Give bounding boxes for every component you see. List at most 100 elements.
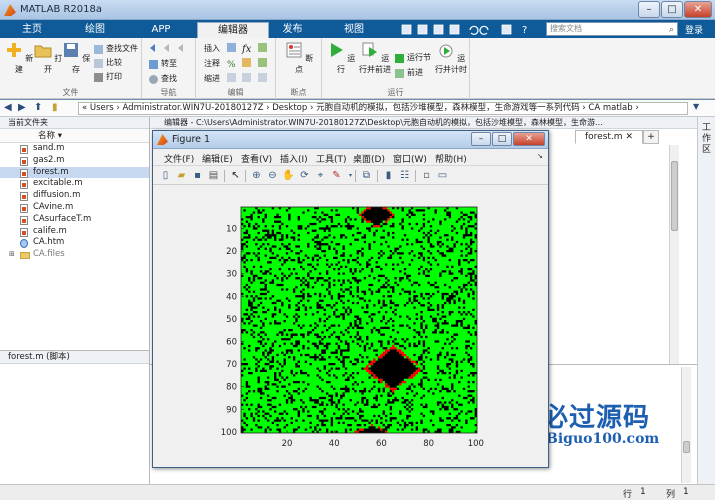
goto-icon bbox=[149, 60, 158, 69]
browse-folder-icon[interactable]: ▮ bbox=[52, 102, 58, 113]
zoom-out-icon[interactable]: ⊖ bbox=[266, 169, 279, 182]
find-files-icon bbox=[94, 45, 103, 54]
menu-edit[interactable]: 编辑(E) bbox=[202, 152, 233, 165]
toolbar-separator bbox=[245, 170, 246, 182]
compare-button[interactable]: 比较 bbox=[93, 57, 122, 69]
open-button[interactable]: 打开 bbox=[33, 41, 63, 75]
forward-arrow-icon[interactable]: ▶ bbox=[18, 102, 26, 113]
menu-desktop[interactable]: 桌面(D) bbox=[353, 152, 385, 165]
back-arrow-icon[interactable]: ◀ bbox=[4, 102, 12, 113]
run-button[interactable]: 运行 bbox=[326, 41, 356, 75]
tab-editor[interactable]: 编辑器 bbox=[197, 22, 269, 38]
new-figure-icon[interactable]: ▯ bbox=[159, 169, 172, 182]
ribbon-tab-strip: 主页 绘图 APP 编辑器 发布 视图 ? 搜索文档 ⌕ 登录 bbox=[0, 20, 715, 38]
back-forward-icon[interactable] bbox=[148, 43, 188, 53]
new-button[interactable]: 新建 bbox=[4, 41, 34, 75]
minimize-button[interactable]: – bbox=[638, 1, 660, 18]
run-section-icon bbox=[395, 54, 404, 63]
editor-scroll-thumb[interactable] bbox=[671, 161, 678, 231]
command-scrollbar[interactable] bbox=[681, 367, 691, 483]
command-scroll-thumb[interactable] bbox=[683, 441, 690, 453]
print-icon[interactable]: ▤ bbox=[207, 169, 220, 182]
goto-button[interactable]: 转至 bbox=[148, 58, 177, 70]
tab-view[interactable]: 视图 bbox=[325, 22, 383, 38]
name-column-header[interactable]: 名称 ▾ bbox=[0, 129, 149, 143]
tab-plots[interactable]: 绘图 bbox=[66, 22, 124, 38]
file-row-casurfacet[interactable]: CAsurfaceT.m bbox=[0, 214, 149, 226]
menu-overflow-icon[interactable]: ↘ bbox=[537, 152, 543, 160]
data-cursor-icon[interactable]: ⌖ bbox=[314, 169, 327, 182]
tab-home[interactable]: 主页 bbox=[6, 22, 58, 38]
legend-icon[interactable]: ☷ bbox=[398, 169, 411, 182]
close-button[interactable]: ✕ bbox=[684, 1, 712, 18]
advance-button[interactable]: 前进 bbox=[394, 67, 423, 79]
workspace-side-label[interactable]: 工作区 bbox=[702, 123, 712, 156]
menu-insert[interactable]: 插入(I) bbox=[280, 152, 308, 165]
find-files-button[interactable]: 查找文件 bbox=[93, 43, 138, 55]
menu-file[interactable]: 文件(F) bbox=[164, 152, 194, 165]
file-row-calife[interactable]: calife.m bbox=[0, 226, 149, 238]
insert-button[interactable]: 插入 bbox=[202, 43, 220, 55]
path-dropdown-icon[interactable]: ▼ bbox=[693, 102, 699, 111]
file-row-excitable[interactable]: excitable.m bbox=[0, 178, 149, 190]
file-row-sand[interactable]: sand.m bbox=[0, 143, 149, 155]
search-documentation-input[interactable]: 搜索文档 ⌕ bbox=[546, 22, 678, 36]
file-row-gas2[interactable]: gas2.m bbox=[0, 155, 149, 167]
figure-maximize-button[interactable]: □ bbox=[492, 132, 512, 146]
figure-minimize-button[interactable]: – bbox=[471, 132, 491, 146]
maximize-button[interactable]: □ bbox=[661, 1, 683, 18]
figure-window[interactable]: Figure 1 – □ ✕ 文件(F) 编辑(E) 查看(V) 插入(I) 工… bbox=[152, 130, 549, 468]
hide-tools-icon[interactable]: ▫ bbox=[420, 169, 433, 182]
file-row-cavine[interactable]: CAvine.m bbox=[0, 202, 149, 214]
editor-tab-forest[interactable]: forest.m ✕ bbox=[575, 130, 643, 144]
file-row-ca-htm[interactable]: CA.htm bbox=[0, 237, 149, 249]
file-row-forest[interactable]: forest.m bbox=[0, 166, 149, 179]
tab-publish[interactable]: 发布 bbox=[265, 22, 320, 38]
menu-tools[interactable]: 工具(T) bbox=[316, 152, 347, 165]
breakpoints-button[interactable]: 断点 bbox=[284, 41, 314, 75]
file-row-ca-files[interactable]: ⊞ CA.files bbox=[0, 249, 149, 261]
indent-button[interactable]: 缩进 bbox=[202, 73, 220, 85]
run-and-time-button[interactable]: 运行并计时 bbox=[434, 41, 468, 75]
rotate-icon[interactable]: ⟳ bbox=[298, 169, 311, 182]
x-tick-label: 80 bbox=[423, 439, 434, 449]
tab-apps[interactable]: APP bbox=[132, 22, 190, 38]
new-tab-button[interactable]: + bbox=[643, 130, 659, 144]
dock-icon[interactable]: ▭ bbox=[436, 169, 449, 182]
close-tab-icon[interactable]: ✕ bbox=[625, 132, 633, 142]
colorbar-icon[interactable]: ▮ bbox=[382, 169, 395, 182]
current-folder-path[interactable]: « Users › Administrator.WIN7U-20180127Z … bbox=[78, 102, 688, 115]
zoom-in-icon[interactable]: ⊕ bbox=[250, 169, 263, 182]
run-section-button[interactable]: 运行节 bbox=[394, 52, 431, 64]
find-button[interactable]: 查找 bbox=[148, 73, 177, 85]
file-row-diffusion[interactable]: diffusion.m bbox=[0, 190, 149, 202]
figure-title-bar[interactable]: Figure 1 – □ ✕ bbox=[153, 131, 548, 149]
pan-icon[interactable]: ✋ bbox=[282, 169, 295, 182]
quick-access-toolbar[interactable]: ? bbox=[400, 23, 540, 36]
run-and-advance-button[interactable]: 运行并前进 bbox=[358, 41, 392, 75]
menu-view[interactable]: 查看(V) bbox=[241, 152, 272, 165]
up-folder-icon[interactable]: ⬆ bbox=[34, 102, 42, 113]
y-tick-label: 80 bbox=[226, 383, 237, 393]
file-name: calife.m bbox=[33, 225, 67, 236]
open-icon[interactable]: ▰ bbox=[175, 169, 188, 182]
save-icon[interactable]: ▪ bbox=[191, 169, 204, 182]
login-link[interactable]: 登录 bbox=[685, 23, 703, 36]
brush-icon[interactable]: ✎ bbox=[330, 169, 343, 182]
editor-scrollbar[interactable] bbox=[669, 145, 679, 364]
comment-button[interactable]: 注释 bbox=[202, 58, 220, 70]
menu-help[interactable]: 帮助(H) bbox=[435, 152, 467, 165]
pointer-icon[interactable]: ↖ bbox=[229, 169, 242, 182]
menu-window[interactable]: 窗口(W) bbox=[393, 152, 427, 165]
print-button[interactable]: 打印 bbox=[93, 71, 122, 83]
save-button[interactable]: 保存 bbox=[61, 41, 91, 75]
search-icon[interactable]: ⌕ bbox=[669, 24, 674, 36]
expand-icon[interactable]: ⊞ bbox=[9, 249, 15, 261]
y-tick-label: 40 bbox=[226, 292, 237, 302]
advance-icon bbox=[395, 69, 404, 78]
figure-close-button[interactable]: ✕ bbox=[513, 132, 545, 146]
forest-fire-heatmap[interactable]: 20 40 60 80 100 10 20 30 40 50 60 70 80 90 100 bbox=[153, 186, 548, 467]
edit-tools-icons[interactable]: fx % bbox=[226, 42, 272, 86]
find-label: 查找 bbox=[161, 74, 177, 83]
link-icon[interactable]: ⧉ bbox=[360, 169, 373, 182]
